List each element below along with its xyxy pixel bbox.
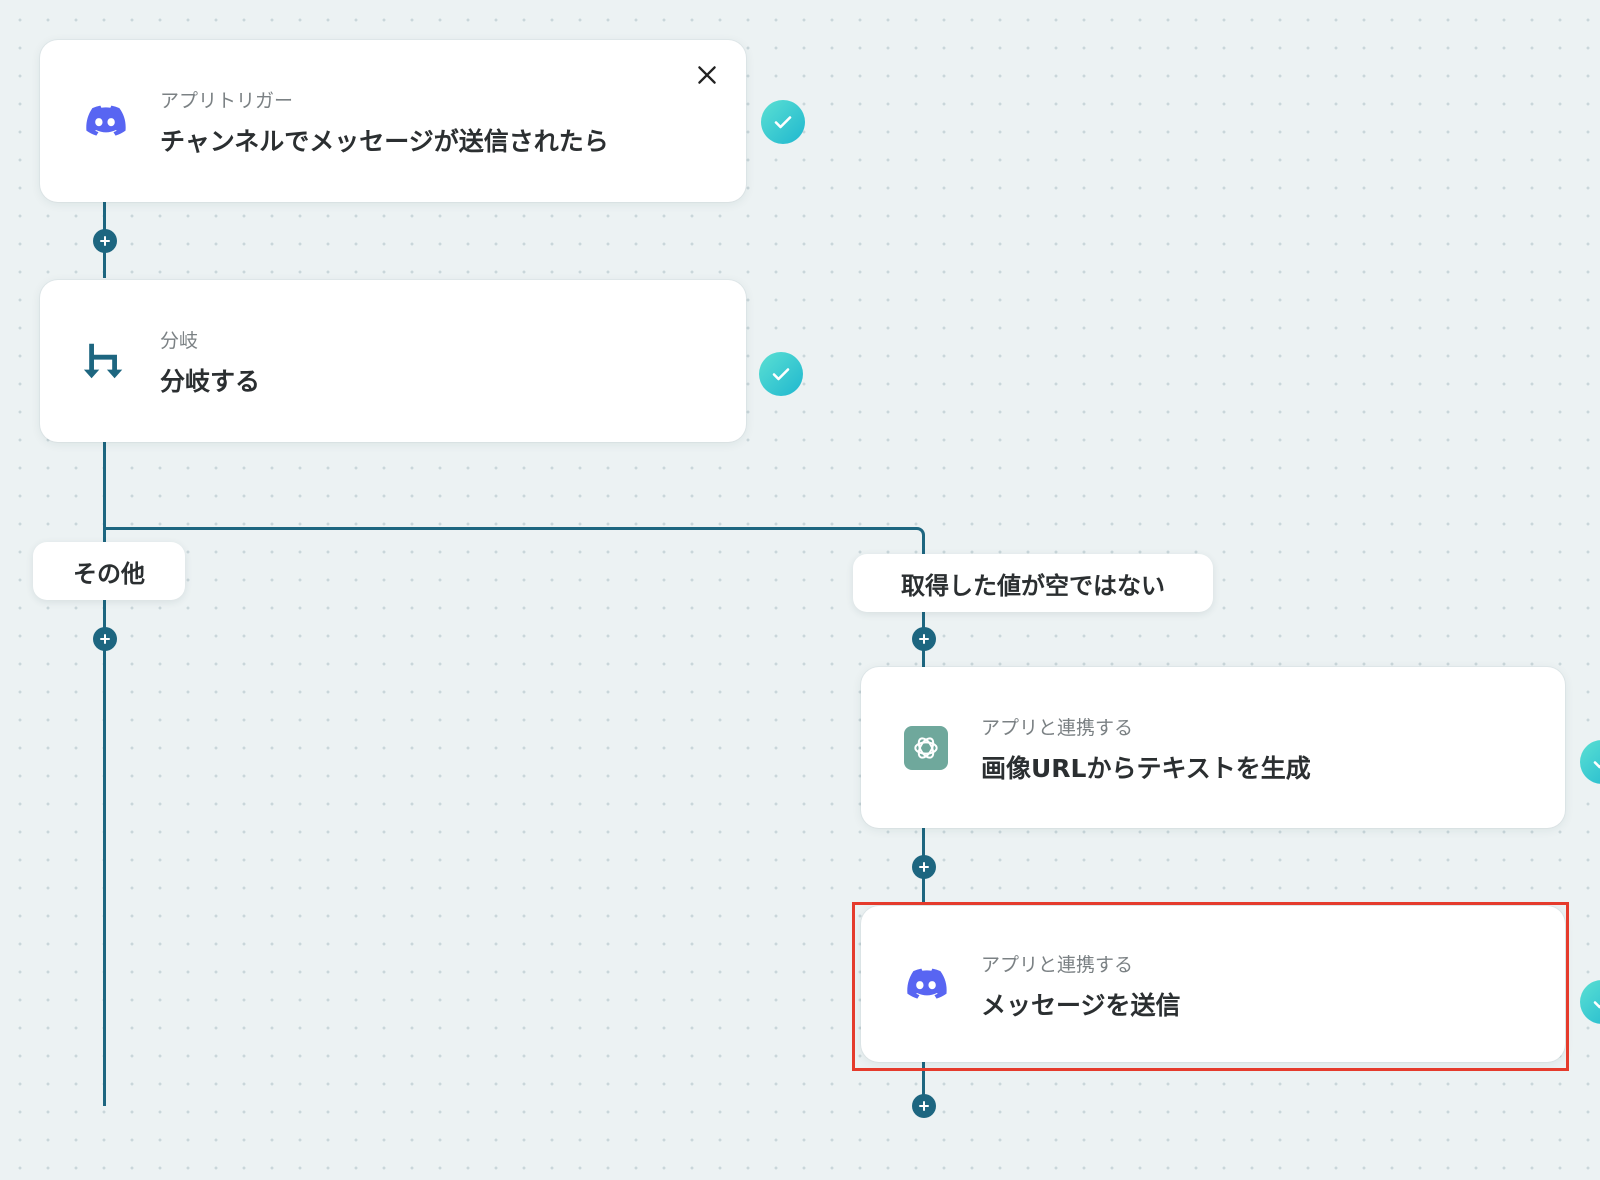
add-step-button[interactable] [93,229,117,253]
send-message-check-icon [1580,980,1600,1024]
add-step-button[interactable] [912,1094,936,1118]
add-step-button[interactable] [912,855,936,879]
trigger-title: チャンネルでメッセージが送信されたら [160,127,609,156]
discord-icon [80,96,130,146]
connector-branch-horizontal [103,527,925,556]
highlight-box [852,902,1569,1071]
close-icon[interactable] [690,58,724,92]
ai-step-check-icon [1580,740,1600,784]
branch-label-other[interactable]: その他 [33,542,185,600]
ai-step-title: 画像URLからテキストを生成 [981,754,1311,783]
ai-step-subtitle: アプリと連携する [981,717,1134,739]
add-step-button[interactable] [93,627,117,651]
branch-card[interactable]: 分岐 分岐する [40,280,746,442]
openai-icon [901,723,951,773]
trigger-check-icon [761,100,805,144]
branch-label-condition[interactable]: 取得した値が空ではない [853,554,1213,612]
branch-title: 分岐する [160,367,261,396]
branch-subtitle: 分岐 [160,330,199,352]
branch-icon [80,336,130,386]
add-step-button[interactable] [912,627,936,651]
branch-check-icon [759,352,803,396]
ai-step-card[interactable]: アプリと連携する 画像URLからテキストを生成 [861,667,1565,828]
trigger-card[interactable]: アプリトリガー チャンネルでメッセージが送信されたら [40,40,746,202]
trigger-subtitle: アプリトリガー [160,90,294,112]
